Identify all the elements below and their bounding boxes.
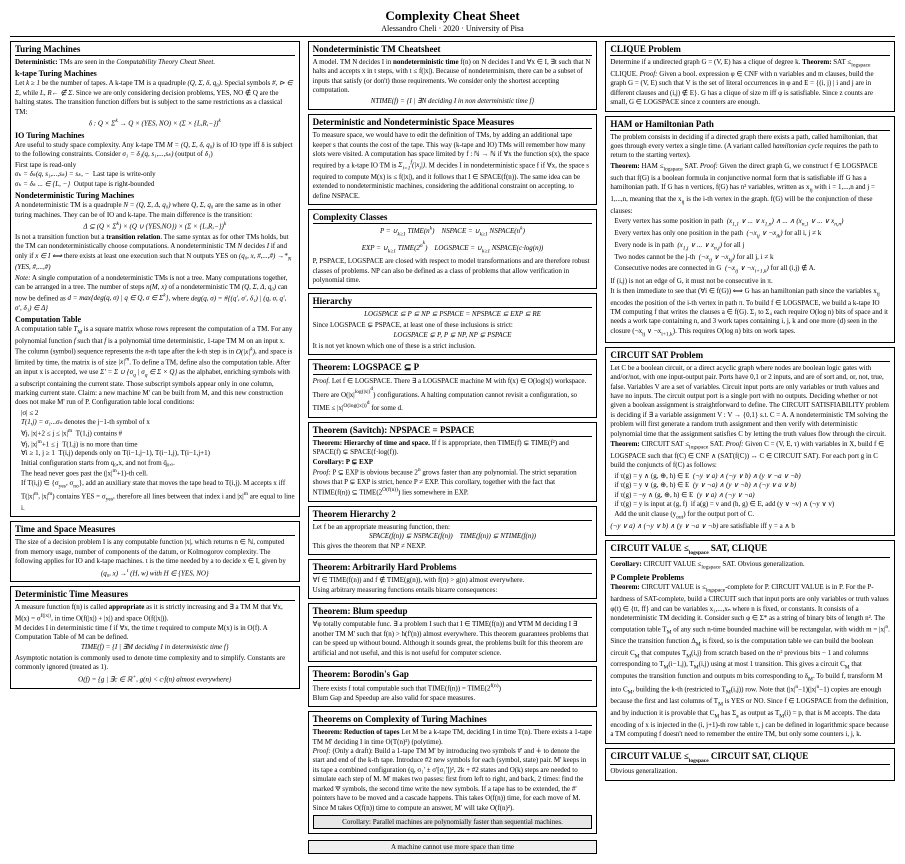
- comp-table-rules: |σ| ≤ 2 T(1,j) = σ₁...σₙ denotes the j−1…: [21, 409, 295, 513]
- ham-title: HAM or Hamiltonian Path: [610, 119, 890, 131]
- section-complexity-classes: Complexity Classes P = ∪k≥1 TIME(nk) NSP…: [308, 209, 598, 289]
- ndet-content2: Is not a transition function but a trans…: [15, 233, 295, 273]
- circuit-value2-content: Obvious generalization.: [610, 767, 890, 776]
- section-reduction-thm: Theorems on Complexity of Turing Machine…: [308, 711, 598, 834]
- section-clique: CLIQUE Problem Determine if a undirected…: [605, 41, 895, 112]
- det-nondet-title: Deterministic and Nondeterministic Space…: [313, 117, 593, 129]
- circuit-sat-title: CIRCUIT SAT Problem: [610, 350, 890, 362]
- hierarchy-chain: LOGSPACE ⊆ P ⊆ NP ⊆ PSPACE = NPSPACE ⊆ E…: [313, 310, 593, 319]
- section-det-nondet-space: Deterministic and Nondeterministic Space…: [308, 114, 598, 205]
- circuit-value-corollary: Corollary: CIRCUIT VALUE ≤logspace SAT. …: [610, 560, 890, 572]
- hierarchy-unknown: It is not yet known which one of these i…: [313, 342, 593, 351]
- clique-content: Determine if a undirected graph G = (V, …: [610, 58, 890, 108]
- column-3: CLIQUE Problem Determine if a undirected…: [605, 41, 895, 856]
- comp-table-content: A computation table TM is a square matri…: [15, 325, 295, 408]
- page-title: Complexity Cheat Sheet: [10, 8, 895, 24]
- p-complete-content: Theorem: CIRCUIT VALUE is ≤logspace-comp…: [610, 583, 890, 739]
- circuit-note: (¬y ∨ a) ∧ (¬y ∨ b) ∧ (y ∨ ¬a ∨ ¬b) are …: [610, 522, 890, 531]
- clique-title: CLIQUE Problem: [610, 44, 890, 56]
- det-time-content: A measure function f(n) is called approp…: [15, 603, 295, 642]
- section-savitch: Theorem (Savitch): NPSPACE = PSPACE Theo…: [308, 422, 598, 502]
- ktape-formula: δ : Q × Σk → Q × (YES, NO) × (Σ × {L,R,−…: [15, 118, 295, 129]
- big-o: O(f) = {g | ∃c ∈ ℝ+, g(n) < c·f(n) almos…: [15, 674, 295, 685]
- logspace-title: Theorem: LOGSPACE ⊆ P: [313, 362, 593, 375]
- savitch-title: Theorem (Savitch): NPSPACE = PSPACE: [313, 425, 593, 437]
- logspace-proof: Proof. Let f ∈ LOGSPACE. There ∃ a LOGSP…: [313, 377, 593, 414]
- hierarchy-title: Hierarchy: [313, 296, 593, 308]
- hierarchy-time-space: Theorem: Hierarchy of time and space. If…: [313, 439, 593, 498]
- io-content: Are useful to study space complexity. An…: [15, 141, 295, 160]
- comp-table-title: Computation Table: [15, 315, 295, 324]
- io-tm-title: IO Turing Machines: [15, 131, 295, 140]
- corollary-box: Corollary: Parallel machines are polynom…: [313, 815, 593, 829]
- p-complete-title: P Complete Problems: [610, 573, 890, 582]
- section-turing-machines: Turing Machines Deterministic: TMs are s…: [10, 41, 300, 517]
- circuit-rules: if τ(g) = y ∧ (g, ⊕, h) ∈ E (¬y ∨ a) ∧ (…: [614, 472, 890, 522]
- ndet-tm-content: A nondeterministic TM is a quadruple N =…: [15, 201, 295, 220]
- page-header: Complexity Cheat Sheet Alessandro Cheli …: [10, 8, 895, 37]
- hierarchy-note: Since LOGSPACE ⊊ PSPACE, at least one of…: [313, 321, 593, 330]
- section-circuit-value: CIRCUIT VALUE ≤logspace SAT, CLIQUE Coro…: [605, 540, 895, 744]
- space-content: To measure space, we would have to edit …: [313, 131, 593, 201]
- time-def: TIME(f) = {I | ∃M deciding I in determin…: [15, 643, 295, 652]
- section-title-tm: Turing Machines: [15, 44, 295, 56]
- classes-row1: P = ∪k≥1 TIME(nk) NSPACE = ∪k≥1 NSPACE(n…: [313, 226, 593, 239]
- section-circuit-value2: CIRCUIT VALUE ≤logspace CIRCUIT SAT, CLI…: [605, 748, 895, 781]
- time-space-title: Time and Space Measures: [15, 524, 295, 536]
- ham-note: If (i,j) is not an edge of G, it must no…: [610, 277, 890, 338]
- asymptotic: Asymptotic notation is commonly used to …: [15, 654, 295, 673]
- section-hierarchy2: Theorem Hierarchy 2 Let f be an appropri…: [308, 506, 598, 555]
- arb-hard-title: Theorem: Arbitrarily Hard Problems: [313, 562, 593, 574]
- nondet-cheatsheet-title: Nondeterministic TM Cheatsheet: [313, 44, 593, 56]
- arb-hard-content: ∀f ∈ TIME(f(n)) and f ∉ TIME(g(n)), with…: [313, 576, 593, 595]
- section-time-space: Time and Space Measures The size of a de…: [10, 521, 300, 582]
- ham-content: The problem consists in deciding if a di…: [610, 133, 890, 161]
- section-circuit-sat: CIRCUIT SAT Problem Let C be a boolean c…: [605, 347, 895, 536]
- section-det-time: Deterministic Time Measures A measure fu…: [10, 586, 300, 688]
- circuit-value-title: CIRCUIT VALUE ≤logspace SAT, CLIQUE: [610, 543, 890, 558]
- time-formula: (q₀, x) →t (H, w) with H ∈ {YES, NO}: [15, 568, 295, 579]
- section-logspace-thm: Theorem: LOGSPACE ⊆ P Proof. Let f ∈ LOG…: [308, 359, 598, 418]
- section-nondet-cheatsheet: Nondeterministic TM Cheatsheet A model. …: [308, 41, 598, 110]
- section-ham: HAM or Hamiltonian Path The problem cons…: [605, 116, 895, 343]
- io-rules: First tape is read-only σₖ = δₖ(q, s₁,..…: [15, 161, 295, 189]
- tm-det-note: Deterministic: TMs are seen in the Compu…: [15, 58, 295, 67]
- author-line: Alessandro Cheli · 2020 · University of …: [10, 24, 895, 33]
- ktape-content: Let k ≥ 1 be the number of tapes. A k-ta…: [15, 79, 295, 117]
- borodin-title: Theorem: Borodin's Gap: [313, 669, 593, 681]
- ndet-formula: Δ ⊆ (Q × Σk) × (Q ∪ {YES,NO}) × (Σ × {L,…: [15, 221, 295, 232]
- circuit-sat-content: Let C be a boolean circuit, or a direct …: [610, 364, 890, 440]
- hierarchy2-title: Theorem Hierarchy 2: [313, 509, 593, 521]
- complexity-classes-title: Complexity Classes: [313, 212, 593, 224]
- ham-clauses: Every vertex has some position in path (…: [614, 217, 890, 276]
- column-1: Turing Machines Deterministic: TMs are s…: [10, 41, 300, 856]
- reduction-content: Theorem: Reduction of tapes Let M be a k…: [313, 728, 593, 813]
- nondet-model: A model. TM N decides I in nondeterminis…: [313, 58, 593, 96]
- section-hierarchy: Hierarchy LOGSPACE ⊆ P ⊆ NP ⊆ PSPACE = N…: [308, 293, 598, 355]
- ntime-def: NTIME(f) = {I | ∃N deciding I in non det…: [313, 97, 593, 106]
- det-time-title: Deterministic Time Measures: [15, 589, 295, 601]
- page: Complexity Cheat Sheet Alessandro Cheli …: [0, 0, 905, 864]
- circuit-value2-title: CIRCUIT VALUE ≤logspace CIRCUIT SAT, CLI…: [610, 751, 890, 766]
- circuit-sat-thm: Theorem: CIRCUIT SAT ≤logspace SAT. Proo…: [610, 440, 890, 471]
- ham-theorem: Theorem: HAM ≤logspace SAT. Proof: Given…: [610, 162, 890, 216]
- borodin-content: There exists f total computable such tha…: [313, 683, 593, 703]
- machine-time-space-box: A machine cannot use more space than tim…: [308, 840, 598, 854]
- hierarchy2-content: Let f be an appropriate measuring functi…: [313, 523, 593, 551]
- blum-content: ∀φ totally computable func. ∃ a problem …: [313, 620, 593, 658]
- ndet-tm-title: Nondeterministic Turing Machines: [15, 191, 295, 200]
- classes-note: P, PSPACE, LOGSPACE are closed with resp…: [313, 257, 593, 285]
- time-space-content: The size of a decision problem I is any …: [15, 538, 295, 566]
- reduction-title: Theorems on Complexity of Turing Machine…: [313, 714, 593, 726]
- column-2: Nondeterministic TM Cheatsheet A model. …: [308, 41, 598, 856]
- ndet-content3: Note: A single computation of a nondeter…: [15, 274, 295, 313]
- hierarchy-strict: LOGSPACE ⊊ P, P ⊊ NP, NP ⊊ PSPACE: [313, 331, 593, 340]
- blum-title: Theorem: Blum speedup: [313, 606, 593, 618]
- classes-row2: EXP = ∪k≥1 TIME(2nk) LOGSPACE = ∪k≥1 NSP…: [313, 240, 593, 256]
- section-arb-hard: Theorem: Arbitrarily Hard Problems ∀f ∈ …: [308, 559, 598, 599]
- section-blum: Theorem: Blum speedup ∀φ totally computa…: [308, 603, 598, 662]
- ktape-title: k-tape Turing Machines: [15, 69, 295, 78]
- section-borodin: Theorem: Borodin's Gap There exists f to…: [308, 666, 598, 707]
